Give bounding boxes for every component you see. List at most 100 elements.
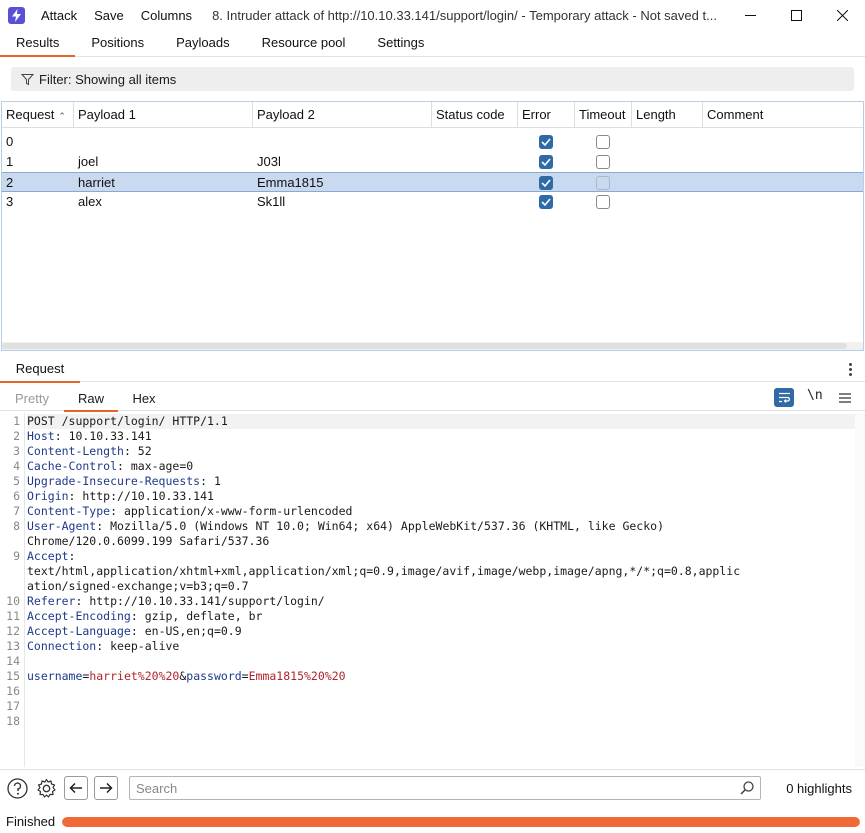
tab-results[interactable]: Results (0, 31, 76, 57)
header-name: Referer (27, 594, 76, 608)
request-view-tabs: Pretty Raw Hex (0, 384, 865, 412)
cell-status (432, 192, 436, 212)
code-text: ation/signed-exchange;v=b3;q=0.7 (27, 579, 249, 593)
cell-length (632, 132, 636, 152)
line-number: 14 (6, 654, 20, 668)
arrow-left-icon (69, 782, 82, 794)
window-title: 8. Intruder attack of http://10.10.33.14… (212, 8, 717, 23)
status-bar: Finished (0, 809, 865, 833)
gear-icon (36, 778, 56, 798)
column-status-code[interactable]: Status code (432, 102, 518, 128)
column-timeout[interactable]: Timeout (575, 102, 632, 128)
timeout-checkbox (596, 195, 610, 209)
search-icon[interactable] (740, 781, 754, 795)
cell-payload2: Emma1815 (257, 175, 324, 190)
tab-request[interactable]: Request (0, 358, 80, 383)
header-value: 10.10.33.141 (61, 429, 152, 443)
settings-button[interactable] (35, 777, 57, 799)
cell-length (632, 152, 636, 172)
tab-resource-pool[interactable]: Resource pool (246, 31, 362, 56)
column-length[interactable]: Length (632, 102, 703, 128)
menu-columns[interactable]: Columns (141, 8, 192, 23)
code-line: Content-Length: 52 (27, 444, 152, 459)
table-horizontal-scrollbar[interactable] (2, 342, 863, 350)
tab-raw[interactable]: Raw (64, 384, 118, 412)
cell-request: 3 (6, 194, 14, 209)
code-line: Connection: keep-alive (27, 639, 179, 654)
tab-pretty[interactable]: Pretty (9, 384, 55, 411)
header-value: http://10.10.33.141 (75, 489, 214, 503)
highlights-count: 0 highlights (786, 781, 852, 796)
tab-settings[interactable]: Settings (361, 31, 440, 56)
code-text: POST /support/login/ HTTP/1.1 (27, 414, 228, 428)
table-row[interactable]: 1 joel J03l (2, 152, 863, 172)
close-button[interactable] (819, 0, 865, 31)
more-options-icon[interactable] (845, 361, 855, 379)
help-button[interactable] (6, 777, 28, 799)
cell-comment (703, 152, 707, 172)
search-input[interactable] (130, 777, 720, 799)
param-name-username: username (27, 669, 83, 683)
arrow-right-icon (100, 782, 113, 794)
code-line: Origin: http://10.10.33.141 (27, 489, 214, 504)
code-line: Cache-Control: max-age=0 (27, 459, 193, 474)
minimize-button[interactable] (727, 0, 773, 31)
word-wrap-button[interactable] (774, 388, 794, 407)
line-number: 16 (6, 684, 20, 698)
editor-vertical-scrollbar[interactable] (855, 413, 865, 767)
header-value: application/x-www-form-urlencoded (117, 504, 353, 518)
timeout-checkbox (596, 135, 610, 149)
cell-status (432, 152, 436, 172)
line-number: 13 (6, 639, 20, 653)
column-request[interactable]: Request ⌃ (2, 102, 74, 128)
cell-payload1: alex (78, 194, 102, 209)
hamburger-menu-button[interactable] (835, 388, 855, 407)
cell-payload1: harriet (78, 175, 115, 190)
code-line: Referer: http://10.10.33.141/support/log… (27, 594, 325, 609)
attack-tabs: Results Positions Payloads Resource pool… (0, 31, 865, 57)
column-payload-1[interactable]: Payload 1 (74, 102, 253, 128)
code-line: User-Agent: Mozilla/5.0 (Windows NT 10.0… (27, 519, 664, 534)
next-button[interactable] (94, 776, 118, 800)
error-checkbox (539, 195, 553, 209)
request-editor[interactable]: 1 2 3 4 5 6 7 8 9 10 11 12 13 14 15 16 17 18 POST /suppor… (0, 413, 865, 767)
menu-bar: Attack Save Columns (41, 8, 209, 23)
cell-payload2: J03l (257, 154, 281, 169)
header-colon: : (117, 459, 124, 473)
column-request-label: Request (6, 107, 55, 122)
header-name: Content-Length (27, 444, 124, 458)
table-row[interactable]: 2 harriet Emma1815 (2, 172, 863, 192)
request-panel-header: Request (0, 358, 865, 383)
filter-bar[interactable]: Filter: Showing all items (11, 67, 854, 91)
cell-length (632, 173, 636, 193)
sort-ascending-icon: ⌃ (58, 111, 66, 121)
tab-payloads[interactable]: Payloads (160, 31, 245, 56)
menu-attack[interactable]: Attack (41, 8, 77, 23)
cell-payload1 (74, 132, 78, 152)
column-comment[interactable]: Comment (703, 102, 863, 128)
tab-positions[interactable]: Positions (75, 31, 160, 56)
maximize-button[interactable] (773, 0, 819, 31)
header-name: Accept-Encoding (27, 609, 131, 623)
line-number: 6 (13, 489, 20, 503)
column-payload-2[interactable]: Payload 2 (253, 102, 432, 128)
previous-button[interactable] (64, 776, 88, 800)
table-header: Request ⌃ Payload 1 Payload 2 Status code… (2, 102, 863, 128)
table-row[interactable]: 0 (2, 132, 863, 152)
scrollbar-thumb[interactable] (2, 343, 847, 349)
status-text: Finished (6, 814, 56, 829)
column-error[interactable]: Error (518, 102, 575, 128)
tab-hex[interactable]: Hex (122, 384, 166, 411)
progress-bar (62, 817, 860, 827)
show-newlines-button[interactable]: \n (807, 388, 823, 403)
menu-save[interactable]: Save (94, 8, 124, 23)
code-line: Content-Type: application/x-www-form-url… (27, 504, 352, 519)
cell-status (432, 173, 436, 193)
cell-comment (703, 132, 707, 152)
code-line: ation/signed-exchange;v=b3;q=0.7 (27, 579, 249, 594)
close-icon (836, 10, 848, 21)
line-number: 15 (6, 669, 20, 683)
cell-comment (703, 192, 707, 212)
cell-status (432, 132, 436, 152)
table-row[interactable]: 3 alex Sk1ll (2, 192, 863, 212)
